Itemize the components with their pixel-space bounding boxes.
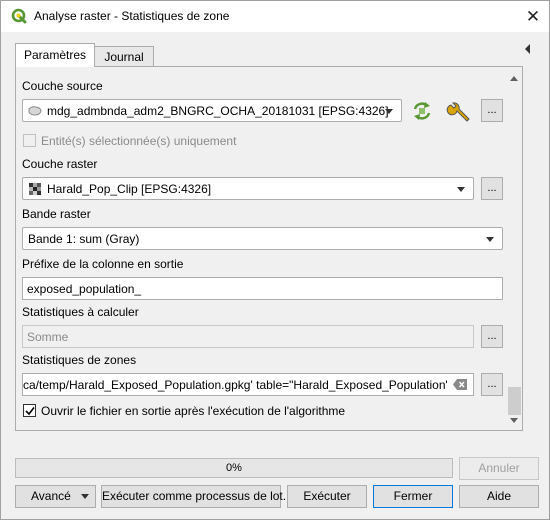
statistics-field: Somme <box>22 325 474 348</box>
parameters-scroll-area: Couche source mdg_admbnda_adm2_BNGRC_OCH… <box>16 67 507 430</box>
prefix-input[interactable]: exposed_population_ <box>22 277 503 300</box>
raster-band-value: Bande 1: sum (Gray) <box>28 232 140 246</box>
run-button[interactable]: Exécuter <box>287 485 367 508</box>
selected-only-label: Entité(s) sélectionnée(s) uniquement <box>41 134 237 148</box>
source-layer-combo[interactable]: mdg_admbnda_adm2_BNGRC_OCHA_20181031 [EP… <box>22 99 402 122</box>
collapse-panel-icon[interactable] <box>524 43 532 55</box>
statistics-label: Statistiques à calculer <box>22 305 139 319</box>
source-layer-options-button[interactable]: ... <box>481 99 503 122</box>
selected-only-checkbox[interactable] <box>23 134 36 147</box>
scroll-down-icon[interactable] <box>510 418 518 423</box>
open-output-label: Ouvrir le fichier en sortie après l'exéc… <box>41 404 346 418</box>
chevron-down-icon <box>486 237 494 242</box>
wrench-settings-icon[interactable] <box>446 99 472 125</box>
clear-field-icon[interactable] <box>453 379 467 390</box>
source-layer-value: mdg_admbnda_adm2_BNGRC_OCHA_20181031 [EP… <box>47 104 389 118</box>
close-button[interactable]: Fermer <box>373 485 453 508</box>
scrollbar-thumb[interactable] <box>508 387 521 415</box>
iterate-features-icon[interactable] <box>411 100 433 122</box>
title-bar: Analyse raster - Statistiques de zone ✕ <box>1 1 549 32</box>
tab-parametres[interactable]: Paramètres <box>15 43 95 67</box>
progress-bar: 0% <box>15 458 453 478</box>
polygon-layer-icon <box>28 106 42 116</box>
chevron-down-icon <box>81 494 89 499</box>
processing-dialog: Analyse raster - Statistiques de zone ✕ … <box>0 0 550 520</box>
prefix-label: Préfixe de la colonne en sortie <box>22 257 184 271</box>
zones-output-input[interactable]: ca/temp/Harald_Exposed_Population.gpkg' … <box>22 373 474 396</box>
raster-band-label: Bande raster <box>22 207 91 221</box>
raster-band-combo[interactable]: Bande 1: sum (Gray) <box>22 227 503 250</box>
advanced-label: Avancé <box>31 489 71 503</box>
raster-layer-combo[interactable]: Harald_Pop_Clip [EPSG:4326] <box>22 177 474 200</box>
raster-layer-options-button[interactable]: ... <box>481 177 503 200</box>
prefix-value: exposed_population_ <box>27 282 142 296</box>
source-layer-label: Couche source <box>22 79 103 93</box>
raster-layer-label: Couche raster <box>22 157 98 171</box>
raster-layer-icon <box>29 183 41 195</box>
open-output-checkbox[interactable] <box>23 404 36 417</box>
parameters-panel: Couche source mdg_admbnda_adm2_BNGRC_OCH… <box>15 66 523 431</box>
raster-layer-value: Harald_Pop_Clip [EPSG:4326] <box>47 182 212 196</box>
chevron-down-icon <box>457 187 465 192</box>
help-button[interactable]: Aide <box>459 485 539 508</box>
checkmark-icon <box>25 407 35 416</box>
batch-process-button[interactable]: Exécuter comme processus de lot... <box>101 485 293 508</box>
statistics-select-button[interactable]: ... <box>481 325 503 348</box>
close-icon[interactable]: ✕ <box>517 1 549 32</box>
cancel-button[interactable]: Annuler <box>459 457 539 480</box>
zones-output-value: ca/temp/Harald_Exposed_Population.gpkg' … <box>23 378 447 392</box>
qgis-logo-icon <box>11 8 27 24</box>
advanced-button[interactable]: Avancé <box>15 485 96 508</box>
parameters-scrollbar[interactable] <box>507 67 522 430</box>
chevron-down-icon <box>385 109 393 114</box>
statistics-value: Somme <box>27 330 69 344</box>
scroll-up-icon[interactable] <box>510 76 518 81</box>
window-title: Analyse raster - Statistiques de zone <box>34 9 230 23</box>
progress-text: 0% <box>226 462 242 474</box>
zones-output-options-button[interactable]: ... <box>481 373 503 396</box>
zones-output-label: Statistiques de zones <box>22 353 137 367</box>
tab-journal[interactable]: Journal <box>94 46 154 67</box>
